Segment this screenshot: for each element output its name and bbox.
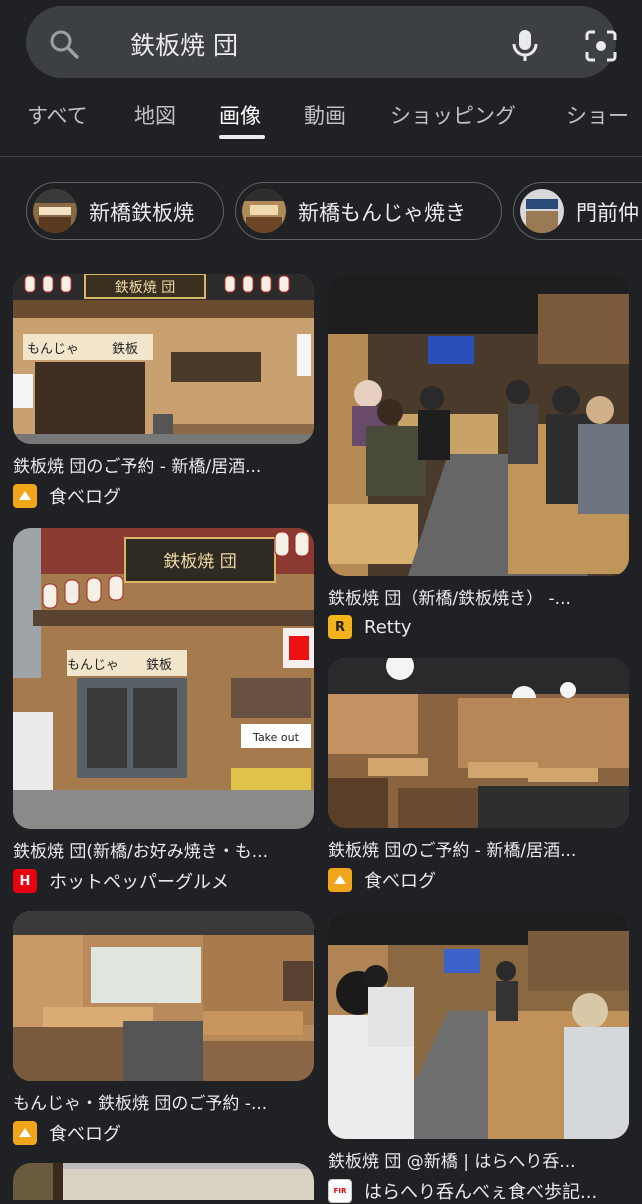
noren-left: もんじゃ bbox=[67, 658, 119, 673]
source-name: 食べログ bbox=[49, 487, 121, 508]
result-image[interactable] bbox=[328, 911, 629, 1139]
result-image[interactable]: 鉄板焼 団 もんじゃ 鉄板 Take out bbox=[13, 528, 314, 829]
result-source[interactable]: 食べログ bbox=[13, 1120, 314, 1146]
chip-thumbnail bbox=[520, 189, 564, 233]
result-image[interactable] bbox=[328, 658, 629, 828]
shop-sign: 鉄板焼 団 bbox=[115, 280, 175, 296]
image-result[interactable]: 鉄板焼 団（新橋/鉄板焼き） -... R Retty bbox=[328, 274, 629, 639]
retty-icon: R bbox=[328, 615, 352, 639]
tab-shopping[interactable]: ショッピング bbox=[390, 100, 516, 130]
chip-shinbashi-teppanyaki[interactable]: 新橋鉄板焼 bbox=[26, 182, 224, 240]
result-image[interactable] bbox=[328, 274, 629, 576]
result-title[interactable]: 鉄板焼 団(新橋/お好み焼き・も... bbox=[13, 837, 314, 862]
result-image-partial[interactable] bbox=[13, 1163, 314, 1200]
noren-right: 鉄板 bbox=[112, 342, 138, 357]
tabelog-icon bbox=[13, 1121, 37, 1145]
microphone-icon[interactable] bbox=[510, 28, 540, 62]
result-image[interactable] bbox=[13, 911, 314, 1081]
image-result[interactable]: もんじゃ・鉄板焼 団のご予約 -... 食べログ bbox=[13, 911, 314, 1146]
result-source[interactable]: R Retty bbox=[328, 615, 629, 639]
source-name: 食べログ bbox=[364, 871, 436, 892]
source-name: はらへり呑んべぇ食べ歩記... bbox=[364, 1182, 598, 1203]
search-icon[interactable] bbox=[48, 28, 80, 60]
takeout-sign: Take out bbox=[252, 731, 300, 744]
image-result[interactable]: 鉄板焼 団 もんじゃ 鉄板 Take out 鉄板焼 団(新橋/お好み焼き・も.… bbox=[13, 528, 314, 894]
search-bar[interactable]: 鉄板焼 団 bbox=[26, 6, 618, 78]
result-title[interactable]: 鉄板焼 団 @新橋 | はらへり呑... bbox=[328, 1147, 629, 1172]
harahera-icon: FIR bbox=[328, 1179, 352, 1203]
tab-videos[interactable]: 動画 bbox=[304, 100, 346, 130]
image-result[interactable]: 鉄板焼 団 @新橋 | はらへり呑... FIR はらへり呑んべぇ食べ歩記... bbox=[328, 911, 629, 1204]
result-title[interactable]: 鉄板焼 団のご予約 - 新橋/居酒... bbox=[328, 836, 629, 861]
shop-sign: 鉄板焼 団 bbox=[163, 552, 236, 572]
tab-all[interactable]: すべて bbox=[27, 100, 88, 130]
image-result[interactable]: 鉄板焼 団のご予約 - 新橋/居酒... 食べログ bbox=[328, 658, 629, 893]
chip-label: 新橋もんじゃ焼き bbox=[298, 201, 466, 225]
tab-maps[interactable]: 地図 bbox=[134, 100, 176, 130]
active-tab-indicator bbox=[219, 135, 265, 139]
tab-images[interactable]: 画像 bbox=[219, 100, 261, 130]
chip-monzennaka[interactable]: 門前仲 bbox=[513, 182, 642, 240]
result-source[interactable]: FIR はらへり呑んべぇ食べ歩記... bbox=[328, 1178, 629, 1204]
source-name: ホットペッパーグルメ bbox=[49, 872, 229, 893]
chip-thumbnail bbox=[33, 189, 77, 233]
search-input[interactable]: 鉄板焼 団 bbox=[130, 26, 238, 62]
result-source[interactable]: 食べログ bbox=[13, 483, 314, 509]
camera-lens-icon[interactable] bbox=[584, 30, 618, 62]
result-image[interactable]: 鉄板焼 団 もんじゃ 鉄板 bbox=[13, 274, 314, 444]
tabelog-icon bbox=[13, 484, 37, 508]
chip-shinbashi-monjayaki[interactable]: 新橋もんじゃ焼き bbox=[235, 182, 502, 240]
hotpepper-icon: H bbox=[13, 869, 37, 893]
result-source[interactable]: 食べログ bbox=[328, 867, 629, 893]
result-title[interactable]: もんじゃ・鉄板焼 団のご予約 -... bbox=[13, 1089, 314, 1114]
tabelog-icon bbox=[328, 868, 352, 892]
result-title[interactable]: 鉄板焼 団（新橋/鉄板焼き） -... bbox=[328, 584, 629, 609]
chip-thumbnail bbox=[242, 189, 286, 233]
chip-label: 新橋鉄板焼 bbox=[89, 201, 194, 225]
search-tabs: すべて 地図 画像 動画 ショッピング ショー bbox=[0, 96, 642, 156]
harahera-icon-text: FIR bbox=[333, 1187, 347, 1195]
tab-shorts[interactable]: ショー bbox=[566, 100, 629, 130]
source-name: Retty bbox=[364, 616, 412, 638]
noren-left: もんじゃ bbox=[27, 342, 79, 357]
chip-label: 門前仲 bbox=[576, 201, 639, 225]
source-name: 食べログ bbox=[49, 1124, 121, 1145]
noren-right: 鉄板 bbox=[146, 658, 172, 673]
result-title[interactable]: 鉄板焼 団のご予約 - 新橋/居酒... bbox=[13, 452, 314, 477]
result-source[interactable]: H ホットペッパーグルメ bbox=[13, 868, 314, 894]
divider bbox=[0, 156, 642, 157]
image-result[interactable]: 鉄板焼 団 もんじゃ 鉄板 鉄板焼 団のご予約 - 新橋/居酒... 食べログ bbox=[13, 274, 314, 509]
